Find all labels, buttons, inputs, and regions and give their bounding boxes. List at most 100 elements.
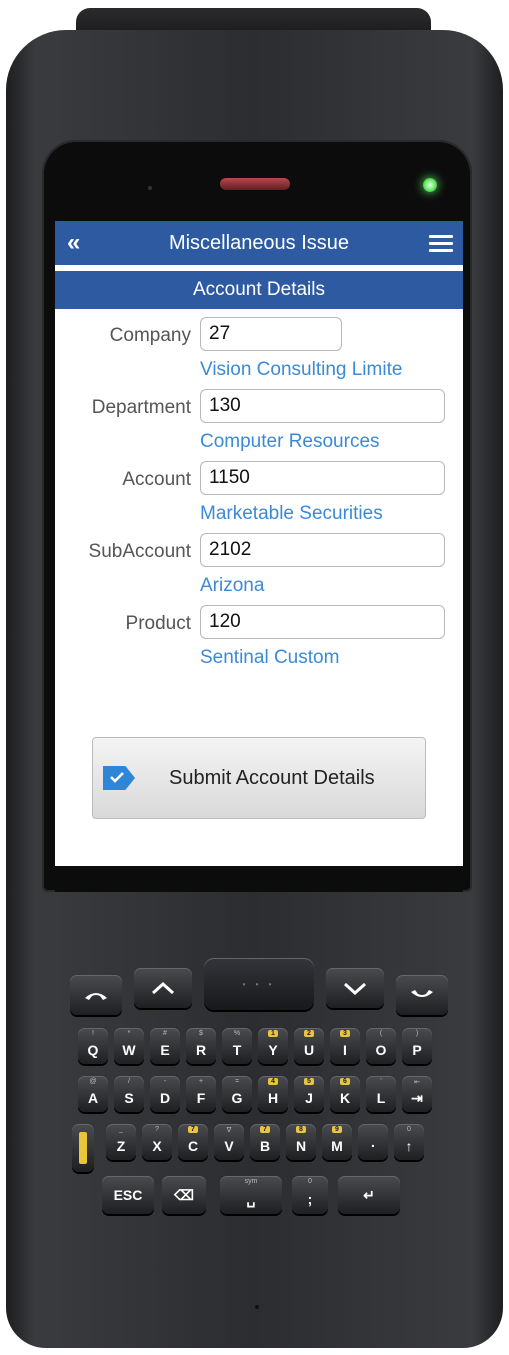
key-row1-5[interactable]: 1Y <box>258 1028 288 1064</box>
center-scan-key[interactable]: • • • <box>204 958 314 1010</box>
field-description: Marketable Securities <box>200 503 383 524</box>
key-label: F <box>196 1090 206 1106</box>
key-sub-label: 9 <box>332 1126 342 1133</box>
key-sub-label: ' <box>380 1078 382 1085</box>
key-row1-9[interactable]: ) P <box>402 1028 432 1064</box>
key-sub-label: ( <box>379 1030 383 1037</box>
function-key-indicator <box>79 1132 87 1164</box>
key-sub-label: 3 <box>340 1030 350 1037</box>
key-label: B <box>259 1138 271 1154</box>
up-key[interactable] <box>134 968 192 1008</box>
key-row1-7[interactable]: 3I <box>330 1028 360 1064</box>
key-sub-label: 2 <box>304 1030 314 1037</box>
key-row3-1[interactable]: ? X <box>142 1124 172 1160</box>
key-label: Y <box>268 1042 278 1058</box>
key-row3-6[interactable]: 9M <box>322 1124 352 1160</box>
key-row3-8[interactable]: 0 ↑ <box>394 1124 424 1160</box>
key-label: C <box>187 1138 199 1154</box>
key-label: Q <box>87 1042 99 1058</box>
hamburger-menu-icon[interactable] <box>429 235 453 253</box>
submit-account-details-button[interactable]: Submit Account Details <box>92 737 426 819</box>
key-row4-2[interactable]: sym ␣ <box>220 1176 282 1214</box>
key-sub-label: + <box>198 1078 204 1085</box>
account-form: Company 27 Vision Consulting Limite Depa… <box>55 309 463 677</box>
field-description: Sentinal Custom <box>200 647 340 668</box>
key-sub-label: 1 <box>268 1030 278 1037</box>
key-row4-0[interactable]: ESC <box>102 1176 154 1214</box>
key-sub-label: - <box>163 1078 167 1085</box>
field-label: Department <box>91 397 191 418</box>
department-input[interactable]: 130 <box>200 389 445 423</box>
key-label: R <box>195 1042 207 1058</box>
key-sub-label: ) <box>415 1030 419 1037</box>
front-camera <box>148 186 152 190</box>
key-sub-label: ! <box>92 1030 94 1037</box>
key-row1-1[interactable]: * W <box>114 1028 144 1064</box>
field-department: Department 130 Computer Resources <box>55 389 463 461</box>
field-description: Computer Resources <box>200 431 380 452</box>
key-row1-3[interactable]: $ R <box>186 1028 216 1064</box>
key-sub-label: 4 <box>268 1078 278 1085</box>
key-row2-1[interactable]: / S <box>114 1076 144 1112</box>
key-sub-label: 8 <box>296 1126 306 1133</box>
field-label: SubAccount <box>88 541 191 562</box>
key-row3-3[interactable]: ∇ V <box>214 1124 244 1160</box>
key-label: ⌫ <box>174 1186 194 1203</box>
key-row1-6[interactable]: 2U <box>294 1028 324 1064</box>
product-input[interactable]: 120 <box>200 605 445 639</box>
function-key[interactable] <box>72 1124 94 1172</box>
key-sub-label: / <box>128 1078 130 1085</box>
key-label: N <box>295 1138 307 1154</box>
key-row2-8[interactable]: ' L <box>366 1076 396 1112</box>
key-label: E <box>160 1042 170 1058</box>
key-label: I <box>343 1042 347 1058</box>
section-header: Account Details <box>55 271 463 309</box>
key-row2-9[interactable]: ⇤ ⇥ <box>402 1076 432 1112</box>
key-sub-label: sym <box>244 1178 258 1185</box>
key-row3-5[interactable]: 8N <box>286 1124 316 1160</box>
checkmark-icon <box>103 766 135 790</box>
key-row2-0[interactable]: @ A <box>78 1076 108 1112</box>
key-row2-4[interactable]: = G <box>222 1076 252 1112</box>
key-row1-2[interactable]: # E <box>150 1028 180 1064</box>
field-description: Vision Consulting Limite <box>200 359 403 380</box>
down-key[interactable] <box>326 968 384 1008</box>
key-label: J <box>305 1090 313 1106</box>
key-row3-4[interactable]: 7B <box>250 1124 280 1160</box>
key-sub-label: $ <box>199 1030 203 1037</box>
key-sub-label: = <box>234 1078 240 1085</box>
key-label: H <box>267 1090 279 1106</box>
key-label: W <box>122 1042 136 1058</box>
key-row4-3[interactable]: 0; <box>292 1176 328 1214</box>
key-row4-1[interactable]: ⌫ <box>162 1176 206 1214</box>
end-call-key[interactable] <box>396 975 448 1015</box>
company-input[interactable]: 27 <box>200 317 342 351</box>
key-row1-8[interactable]: (O <box>366 1028 396 1064</box>
key-label: K <box>339 1090 351 1106</box>
key-row1-0[interactable]: ! Q <box>78 1028 108 1064</box>
key-row2-6[interactable]: 5J <box>294 1076 324 1112</box>
key-row4-4[interactable]: ↵ <box>338 1176 400 1214</box>
account-input[interactable]: 1150 <box>200 461 445 495</box>
key-label: D <box>159 1090 171 1106</box>
key-row1-4[interactable]: % T <box>222 1028 252 1064</box>
key-sub-label: 0 <box>308 1178 312 1185</box>
key-label: S <box>124 1090 134 1106</box>
back-icon[interactable]: « <box>67 229 80 257</box>
key-row2-5[interactable]: 4H <box>258 1076 288 1112</box>
key-sub-label: 0 <box>407 1126 411 1133</box>
key-label: X <box>152 1138 162 1154</box>
key-row3-7[interactable]: . <box>358 1124 388 1160</box>
key-label: . <box>371 1134 375 1150</box>
call-key[interactable] <box>70 975 122 1015</box>
key-row3-0[interactable]: _ Z <box>106 1124 136 1160</box>
key-row2-7[interactable]: 6K <box>330 1076 360 1112</box>
subaccount-input[interactable]: 2102 <box>200 533 445 567</box>
key-row2-2[interactable]: -D <box>150 1076 180 1112</box>
key-row3-2[interactable]: 7C <box>178 1124 208 1160</box>
key-label: U <box>303 1042 315 1058</box>
key-label: ␣ <box>246 1190 256 1207</box>
field-subaccount: SubAccount 2102 Arizona <box>55 533 463 605</box>
key-sub-label: 7 <box>188 1126 198 1133</box>
key-row2-3[interactable]: + F <box>186 1076 216 1112</box>
